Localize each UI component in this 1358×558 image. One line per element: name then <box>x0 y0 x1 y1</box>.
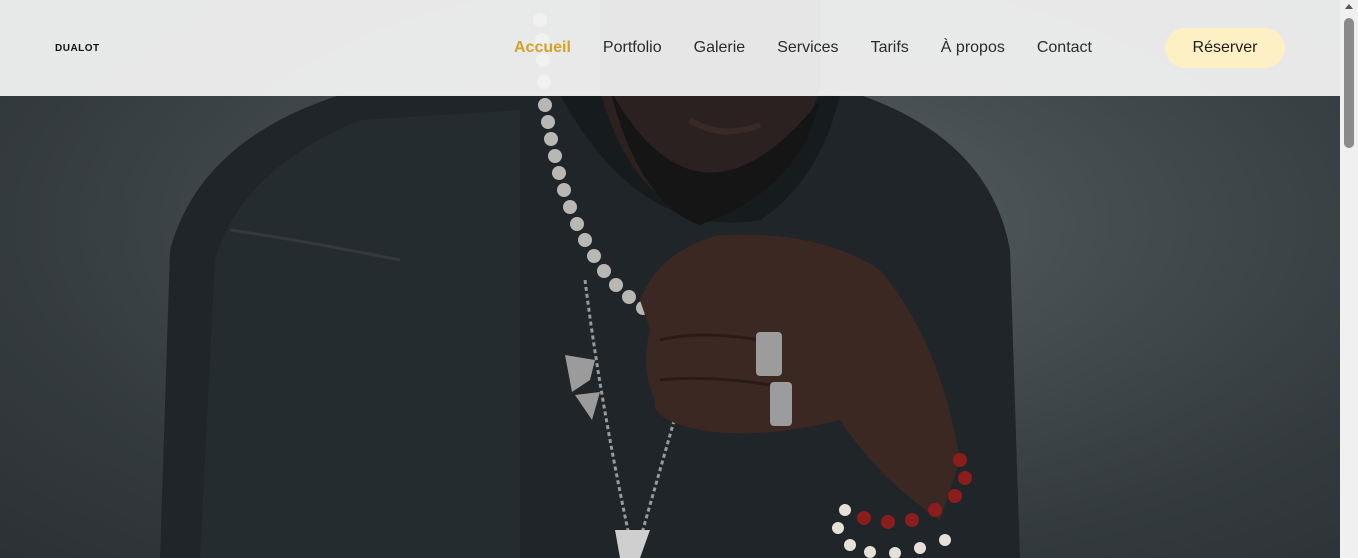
site-header: DUALOT Accueil Portfolio Galerie Service… <box>0 0 1340 96</box>
scrollbar-thumb[interactable] <box>1344 18 1354 148</box>
nav-item-a-propos[interactable]: À propos <box>941 37 1005 59</box>
logo-text: DUALOT <box>55 43 100 52</box>
nav-item-accueil[interactable]: Accueil <box>514 37 571 59</box>
nav-item-portfolio[interactable]: Portfolio <box>603 37 662 59</box>
nav-item-services[interactable]: Services <box>777 37 838 59</box>
nav-item-galerie[interactable]: Galerie <box>694 37 746 59</box>
page-scrollbar[interactable] <box>1340 0 1358 558</box>
scroll-up-arrow-icon[interactable] <box>1345 4 1353 9</box>
brand-logo[interactable]: DUALOT <box>55 42 117 52</box>
nav-item-contact[interactable]: Contact <box>1037 37 1092 59</box>
reserve-button[interactable]: Réserver <box>1165 28 1285 68</box>
main-nav: Accueil Portfolio Galerie Services Tarif… <box>514 37 1124 59</box>
nav-item-tarifs[interactable]: Tarifs <box>871 37 909 59</box>
